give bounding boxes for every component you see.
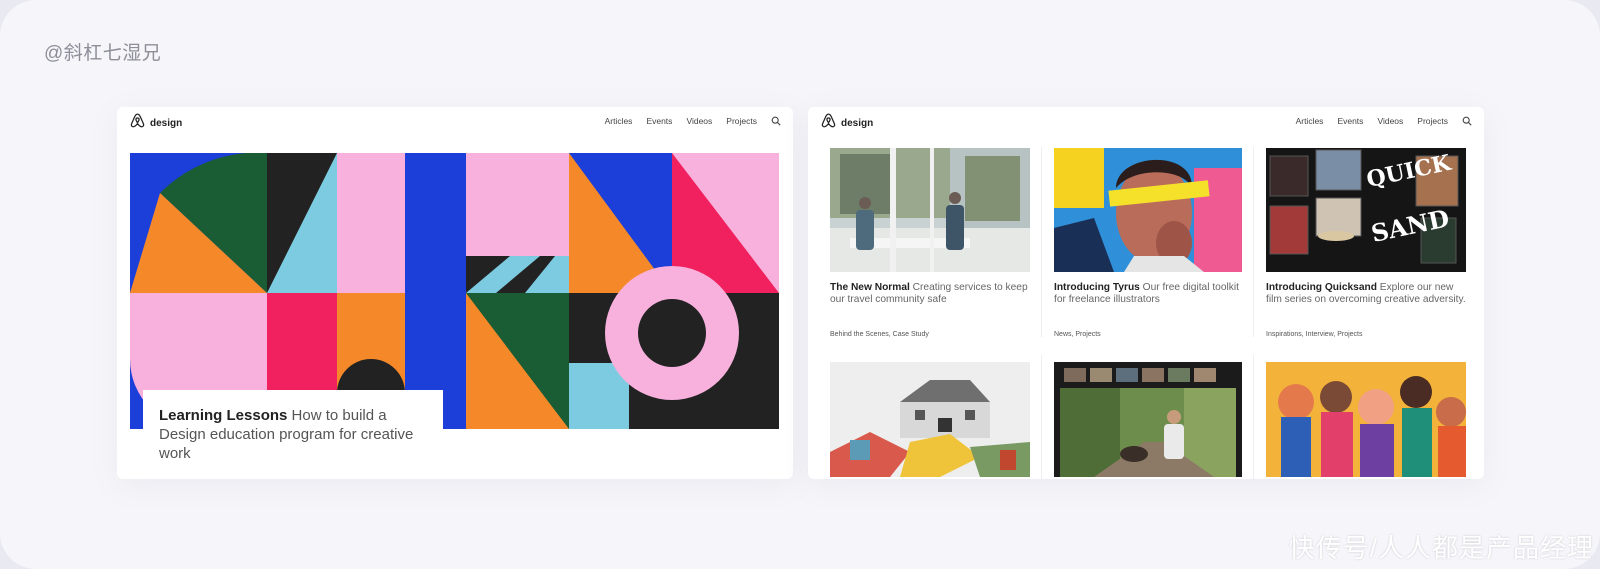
article-tags[interactable]: Inspirations, Interview, Projects — [1266, 331, 1363, 338]
navbar: design Articles Events Videos Projects — [117, 107, 793, 137]
hero-caption[interactable]: Learning Lessons How to build a Design e… — [143, 390, 443, 479]
column-divider — [1253, 147, 1254, 337]
nav-videos[interactable]: Videos — [686, 116, 712, 126]
article-title: The New Normal Creating services to keep… — [830, 282, 1030, 306]
nav-projects[interactable]: Projects — [1417, 116, 1448, 126]
nav-events[interactable]: Events — [1337, 116, 1363, 126]
article-thumbnail-cleaning-staff — [830, 148, 1030, 272]
brand-name: design — [841, 117, 874, 129]
column-divider — [1253, 355, 1254, 479]
article-thumbnail-people-illustration[interactable] — [1266, 362, 1466, 477]
brand-name: design — [150, 117, 183, 129]
column-divider — [1041, 147, 1042, 337]
nav-links: Articles Events Videos Projects — [605, 116, 781, 126]
article-title: Introducing Quicksand Explore our new fi… — [1266, 282, 1466, 306]
watermark-bottom: 快传号/人人都是产品经理 — [1288, 533, 1594, 563]
article-thumbnail-tyrus-portrait — [1054, 148, 1242, 272]
airbnb-belo-icon — [129, 112, 146, 134]
nav-videos[interactable]: Videos — [1377, 116, 1403, 126]
navbar: design Articles Events Videos Projects — [808, 107, 1484, 137]
geometric-artwork — [130, 153, 779, 429]
article-title: Introducing Tyrus Our free digital toolk… — [1054, 282, 1242, 306]
nav-links: Articles Events Videos Projects — [1296, 116, 1472, 126]
brand[interactable]: design — [129, 112, 182, 134]
article-thumbnail-video-call[interactable] — [1054, 362, 1242, 477]
article-title-bold: The New Normal — [830, 282, 910, 293]
article-tags[interactable]: News, Projects — [1054, 331, 1101, 338]
airbnb-belo-icon — [820, 112, 837, 134]
nav-articles[interactable]: Articles — [605, 116, 633, 126]
search-icon[interactable] — [1462, 116, 1472, 126]
brand[interactable]: design — [820, 112, 873, 134]
article-title-bold: Introducing Quicksand — [1266, 282, 1377, 293]
nav-articles[interactable]: Articles — [1296, 116, 1324, 126]
search-icon[interactable] — [771, 116, 781, 126]
nav-projects[interactable]: Projects — [726, 116, 757, 126]
article-thumbnail-house-illustration[interactable] — [830, 362, 1030, 477]
article-tile[interactable]: Introducing Tyrus Our free digital toolk… — [1054, 148, 1242, 338]
right-card: design Articles Events Videos Projects T… — [808, 107, 1484, 479]
article-tile[interactable]: QUICK SAND Introducing Quicksand Explore… — [1266, 148, 1466, 338]
article-title-bold: Introducing Tyrus — [1054, 282, 1140, 293]
left-card: design Articles Events Videos Projects L… — [117, 107, 793, 479]
hero-artwork[interactable] — [130, 153, 779, 429]
article-tags[interactable]: Behind the Scenes, Case Study — [830, 331, 929, 338]
nav-events[interactable]: Events — [646, 116, 672, 126]
article-thumbnail-quicksand: QUICK SAND — [1266, 148, 1466, 272]
column-divider — [1041, 355, 1042, 479]
hero-title-bold: Learning Lessons — [159, 407, 288, 424]
article-tile[interactable]: The New Normal Creating services to keep… — [830, 148, 1030, 338]
canvas: @斜杠七湿兄 design Articles Events Videos Pro… — [0, 0, 1600, 569]
watermark-top: @斜杠七湿兄 — [44, 43, 162, 64]
